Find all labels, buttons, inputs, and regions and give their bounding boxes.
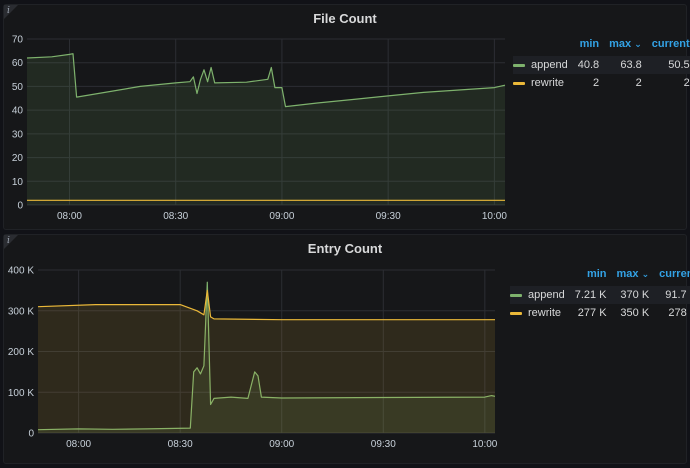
series-area-append [27, 53, 505, 206]
legend-max: 63.8 [599, 56, 642, 74]
y-tick-label: 30 [12, 129, 24, 140]
legend-series-name[interactable]: rewrite [528, 307, 561, 319]
legend-max: 2 [635, 77, 642, 89]
legend-row-append[interactable]: append 40.8 63.8 50.5 [513, 56, 690, 74]
legend-max: 350 K [620, 307, 650, 319]
chevron-down-icon: ⌄ [641, 269, 650, 279]
legend-min: 40.8 [567, 56, 600, 74]
legend-name-header [510, 268, 565, 286]
legend-current: 278 K [668, 307, 690, 319]
series-color-swatch[interactable] [513, 81, 525, 85]
legend-max: 370 K [606, 286, 650, 304]
chevron-down-icon: ⌄ [634, 39, 642, 49]
y-tick-label: 0 [28, 429, 34, 440]
x-tick-label: 09:00 [269, 439, 294, 450]
y-tick-label: 60 [12, 58, 24, 69]
legend-row-append[interactable]: append 7.21 K 370 K 91.7 K [510, 286, 690, 304]
x-tick-label: 08:00 [66, 439, 91, 450]
legend-min: 7.21 K [564, 286, 607, 304]
legend-header-max[interactable]: max ⌄ [599, 38, 642, 56]
entry-count-panel: i Entry Count 0 100 K 200 K 300 K 400 K 08:00… [3, 234, 690, 464]
y-tick-label: 10 [12, 177, 24, 188]
x-tick-label: 10:00 [482, 211, 507, 222]
y-tick-label: 70 [12, 35, 24, 46]
y-tick-label: 300 K [8, 306, 34, 317]
series-area-rewrite [38, 290, 495, 433]
y-tick-label: 400 K [8, 266, 34, 277]
legend-row-rewrite[interactable]: rewrite 277 K 350 K 278 K [510, 304, 690, 322]
legend-header-max-label: max [616, 268, 639, 280]
y-tick-label: 100 K [8, 388, 34, 399]
y-tick-label: 50 [12, 82, 24, 93]
x-tick-label: 09:00 [269, 211, 294, 222]
legend-table: min max ⌄ current append 7.21 K 370 K 91… [510, 268, 690, 322]
legend-series-name[interactable]: append [528, 289, 565, 301]
legend-current: 50.5 [641, 56, 690, 74]
x-tick-label: 08:30 [163, 211, 188, 222]
legend-header-max-label: max [609, 38, 632, 50]
series-color-swatch[interactable] [510, 311, 522, 315]
legend-header-current[interactable]: current [642, 38, 690, 56]
legend-header-current[interactable]: current [649, 268, 690, 286]
file-count-panel: i File Count 0 10 20 30 40 50 60 70 08:00 08:30 09… [3, 4, 690, 230]
legend-min: 2 [593, 77, 600, 89]
series-color-swatch[interactable] [513, 63, 525, 67]
series-color-swatch[interactable] [510, 293, 522, 297]
legend-row-rewrite[interactable]: rewrite 2 2 2 [513, 74, 690, 92]
legend-current: 91.7 K [649, 286, 690, 304]
x-tick-label: 10:00 [472, 439, 497, 450]
legend-series-name[interactable]: rewrite [531, 77, 564, 89]
legend-table: min max ⌄ current append 40.8 63.8 50.5 … [513, 38, 690, 92]
legend-series-name[interactable]: append [531, 59, 568, 71]
x-tick-label: 09:30 [376, 211, 401, 222]
legend-min: 277 K [577, 307, 607, 319]
legend-header-max[interactable]: max ⌄ [607, 268, 650, 286]
legend-header-min[interactable]: min [568, 38, 600, 56]
y-tick-label: 40 [12, 106, 24, 117]
legend-current: 2 [683, 77, 690, 89]
y-tick-label: 200 K [8, 347, 34, 358]
x-tick-label: 09:30 [371, 439, 396, 450]
legend-header-min[interactable]: min [565, 268, 607, 286]
x-tick-label: 08:30 [168, 439, 193, 450]
legend-name-header [513, 38, 568, 56]
y-tick-label: 0 [17, 201, 23, 212]
x-tick-label: 08:00 [57, 211, 82, 222]
y-tick-label: 20 [12, 153, 24, 164]
